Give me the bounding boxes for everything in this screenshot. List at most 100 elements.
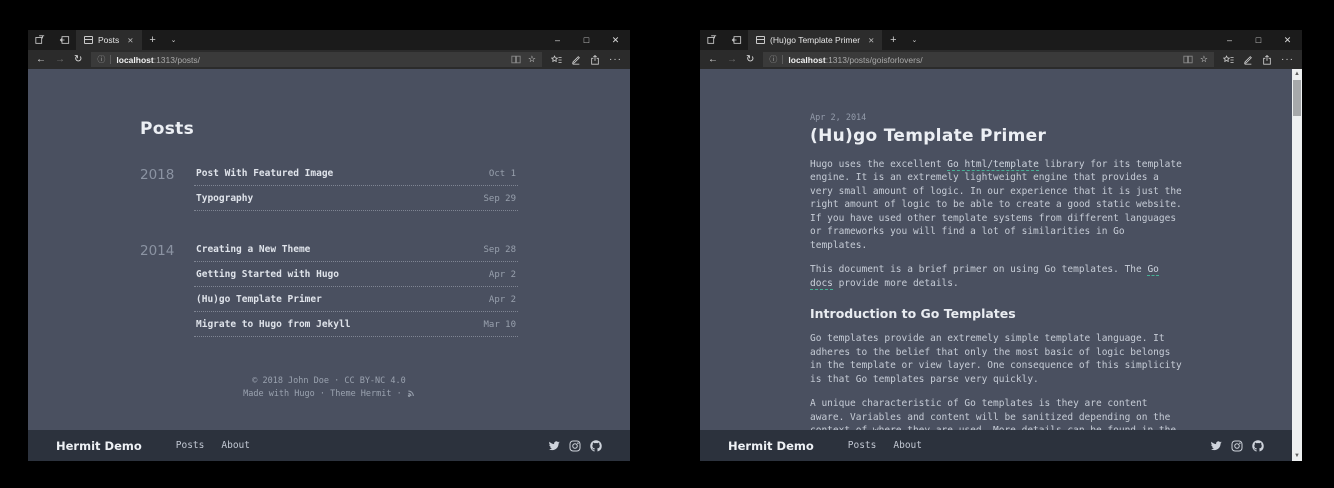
post-row[interactable]: Getting Started with Hugo Apr 2	[194, 262, 518, 287]
browser-toolbar: ← → ↻ ⓘ localhost:1313/posts/ ☆ ···	[28, 50, 630, 69]
scrollbar-down-arrow[interactable]: ▼	[1292, 451, 1302, 461]
tab-article[interactable]: (Hu)go Template Primer ✕	[748, 30, 882, 50]
tab-close-icon[interactable]: ✕	[124, 36, 133, 45]
page-viewport: Apr 2, 2014 (Hu)go Template Primer Hugo …	[700, 69, 1302, 461]
browser-window-posts: Posts ✕ + ⌄ – □ ✕ ← → ↻ ⓘ localhost:1313…	[28, 30, 630, 461]
site-navbar: Hermit Demo Posts About	[28, 430, 630, 461]
tabs-set-aside-icon[interactable]	[724, 30, 748, 50]
post-title[interactable]: Post With Featured Image	[196, 168, 333, 179]
nav-link-about[interactable]: About	[893, 440, 922, 451]
instagram-icon[interactable]	[1231, 440, 1243, 452]
paragraph: This document is a brief primer on using…	[810, 263, 1182, 290]
set-tabs-aside-icon[interactable]	[28, 30, 52, 50]
window-controls: – □ ✕	[1215, 30, 1302, 50]
nav-link-posts[interactable]: Posts	[176, 440, 205, 451]
maximize-button[interactable]: □	[1244, 30, 1273, 50]
url-text: localhost:1313/posts/goisforlovers/	[788, 55, 1178, 65]
minimize-button[interactable]: –	[543, 30, 572, 50]
page-info-icon[interactable]: ⓘ	[769, 54, 777, 65]
site-brand[interactable]: Hermit Demo	[728, 439, 814, 453]
reading-view-icon[interactable]	[511, 55, 521, 64]
site-footer: © 2018 John Doe · CC BY-NC 4.0 Made with…	[140, 375, 518, 401]
page-info-icon[interactable]: ⓘ	[97, 54, 105, 65]
post-date: Sep 29	[483, 194, 516, 204]
page-favicon	[84, 36, 93, 44]
scrollbar-up-arrow[interactable]: ▲	[1292, 69, 1302, 79]
tab-posts[interactable]: Posts ✕	[76, 30, 142, 50]
github-icon[interactable]	[1252, 440, 1264, 452]
url-path: :1313/posts/goisforlovers/	[826, 55, 923, 65]
back-button[interactable]: ←	[36, 55, 46, 65]
url-text: localhost:1313/posts/	[116, 55, 506, 65]
new-tab-button[interactable]: +	[142, 30, 164, 50]
maximize-button[interactable]: □	[572, 30, 601, 50]
nav-link-posts[interactable]: Posts	[848, 440, 877, 451]
post-row[interactable]: Creating a New Theme Sep 28	[194, 237, 518, 262]
add-favorite-star-icon[interactable]: ☆	[528, 55, 536, 64]
browser-toolbar: ← → ↻ ⓘ localhost:1313/posts/goisforlove…	[700, 50, 1302, 69]
url-host: localhost	[788, 55, 825, 65]
post-group-2014: 2014 Creating a New Theme Sep 28 Getting…	[140, 237, 518, 337]
more-menu-icon[interactable]: ···	[609, 54, 622, 65]
tab-preview-chevron-icon[interactable]: ⌄	[904, 30, 924, 50]
tab-preview-chevron-icon[interactable]: ⌄	[164, 30, 184, 50]
reading-view-icon[interactable]	[1183, 55, 1193, 64]
set-tabs-aside-icon[interactable]	[700, 30, 724, 50]
post-title[interactable]: (Hu)go Template Primer	[196, 294, 322, 305]
favorites-hub-icon[interactable]	[1223, 55, 1234, 65]
nav-link-about[interactable]: About	[221, 440, 250, 451]
footer-copyright: © 2018 John Doe · CC BY-NC 4.0	[140, 375, 518, 388]
post-title[interactable]: Migrate to Hugo from Jekyll	[196, 319, 350, 330]
twitter-icon[interactable]	[548, 440, 560, 452]
rss-icon[interactable]	[407, 389, 415, 397]
share-icon[interactable]	[590, 55, 600, 65]
divider	[110, 55, 111, 64]
address-bar[interactable]: ⓘ localhost:1313/posts/ ☆	[91, 52, 542, 67]
social-links	[1210, 440, 1264, 452]
tab-close-icon[interactable]: ✕	[865, 36, 874, 45]
post-date: Mar 10	[483, 320, 516, 330]
more-menu-icon[interactable]: ···	[1281, 54, 1294, 65]
add-notes-pen-icon[interactable]	[571, 55, 581, 65]
scrollbar[interactable]: ▲ ▼	[1292, 69, 1302, 461]
page-favicon	[756, 36, 765, 44]
minimize-button[interactable]: –	[1215, 30, 1244, 50]
site-navbar: Hermit Demo Posts About	[700, 430, 1292, 461]
favorites-hub-icon[interactable]	[551, 55, 562, 65]
address-bar[interactable]: ⓘ localhost:1313/posts/goisforlovers/ ☆	[763, 52, 1214, 67]
site-brand[interactable]: Hermit Demo	[56, 439, 142, 453]
close-button[interactable]: ✕	[601, 30, 630, 50]
footer-credits: Made with Hugo · Theme Hermit ·	[140, 388, 518, 401]
page-viewport: Posts 2018 Post With Featured Image Oct …	[28, 69, 630, 461]
post-date: Apr 2	[489, 270, 516, 280]
close-button[interactable]: ✕	[1273, 30, 1302, 50]
refresh-button[interactable]: ↻	[746, 55, 754, 65]
post-title[interactable]: Typography	[196, 193, 253, 204]
add-favorite-star-icon[interactable]: ☆	[1200, 55, 1208, 64]
tabs-set-aside-icon[interactable]	[52, 30, 76, 50]
link-go-html-template[interactable]: Go html/template	[947, 159, 1039, 171]
refresh-button[interactable]: ↻	[74, 55, 82, 65]
post-title[interactable]: Getting Started with Hugo	[196, 269, 339, 280]
post-title[interactable]: Creating a New Theme	[196, 244, 310, 255]
add-notes-pen-icon[interactable]	[1243, 55, 1253, 65]
url-path: :1313/posts/	[154, 55, 200, 65]
post-group-2018: 2018 Post With Featured Image Oct 1 Typo…	[140, 161, 518, 211]
share-icon[interactable]	[1262, 55, 1272, 65]
instagram-icon[interactable]	[569, 440, 581, 452]
new-tab-button[interactable]: +	[882, 30, 904, 50]
post-row[interactable]: Typography Sep 29	[194, 186, 518, 211]
window-controls: – □ ✕	[543, 30, 630, 50]
post-row[interactable]: Migrate to Hugo from Jekyll Mar 10	[194, 312, 518, 337]
github-icon[interactable]	[590, 440, 602, 452]
article-title: (Hu)go Template Primer	[810, 126, 1182, 146]
year-label: 2018	[140, 161, 194, 211]
post-row[interactable]: Post With Featured Image Oct 1	[194, 161, 518, 186]
twitter-icon[interactable]	[1210, 440, 1222, 452]
scrollbar-thumb[interactable]	[1293, 80, 1301, 116]
back-button[interactable]: ←	[708, 55, 718, 65]
page-title: Posts	[140, 119, 518, 139]
post-row[interactable]: (Hu)go Template Primer Apr 2	[194, 287, 518, 312]
social-links	[548, 440, 602, 452]
paragraph: Go templates provide an extremely simple…	[810, 332, 1182, 386]
